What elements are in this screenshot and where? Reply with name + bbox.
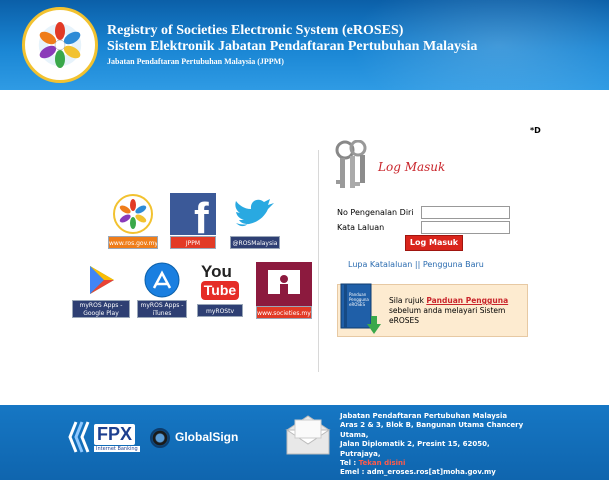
footer-address-3: Putrajaya, — [340, 449, 381, 458]
fpx-subtitle: Internet Banking — [94, 446, 140, 452]
help-text-after: sebelum anda melayari Sistem eROSES — [389, 306, 506, 325]
facebook-link[interactable]: f JPPM — [170, 193, 216, 250]
youtube-logo-bottom: Tube — [201, 281, 239, 300]
header-banner: Registry of Societies Electronic System … — [0, 0, 609, 90]
tel-link[interactable]: Tekan disini — [359, 459, 406, 467]
globalsign-logo: GlobalSign — [175, 430, 239, 444]
login-links: Lupa Katalaluan || Pengguna Baru — [348, 260, 484, 269]
logo-petals-icon — [39, 22, 81, 68]
footer-address-2: Jalan Diplomatik 2, Presint 15, 62050, — [340, 440, 490, 449]
user-guide-link[interactable]: Panduan Pengguna — [426, 296, 508, 305]
youtube-link[interactable]: You Tube myROStv — [197, 262, 243, 319]
twitter-label: @ROSMalaysia — [230, 236, 280, 249]
svg-text:f: f — [194, 194, 209, 235]
google-play-label: myROS Apps - Google Play — [72, 300, 130, 318]
help-text-before: Sila rujuk — [389, 296, 427, 305]
ros-website-link[interactable]: www.ros.gov.my — [108, 193, 158, 250]
envelope-icon — [285, 415, 331, 455]
footer-address-1: Aras 2 & 3, Blok B, Bangunan Utama Chanc… — [340, 421, 524, 439]
fpx-emblem-icon — [68, 421, 90, 453]
links-separator: || — [412, 260, 423, 269]
societies-label: www.societies.my — [256, 306, 312, 319]
google-play-icon — [90, 266, 114, 294]
globalsign-icon — [150, 428, 170, 448]
footer-address: Jabatan Pendaftaran Pertubuhan Malaysia … — [340, 412, 540, 478]
fpx-logo: FPX — [94, 424, 136, 445]
youtube-icon: You Tube — [197, 262, 243, 304]
itunes-label: myROS Apps - iTunes — [137, 300, 187, 318]
youtube-label: myROStv — [197, 304, 243, 317]
facebook-label: JPPM — [170, 236, 216, 249]
id-input[interactable] — [421, 206, 510, 219]
help-text: Sila rujuk Panduan Pengguna sebelum anda… — [389, 296, 524, 326]
ros-label: www.ros.gov.my — [108, 236, 158, 249]
twitter-bird-icon — [235, 199, 274, 227]
password-label: Kata Laluan — [337, 223, 385, 232]
societies-icon — [256, 262, 312, 306]
password-input[interactable] — [421, 221, 510, 234]
youtube-logo-top: You — [201, 262, 232, 281]
login-title: Log Masuk — [378, 160, 446, 174]
footer-tel: Tel : Tekan disini — [340, 459, 540, 468]
keys-icon — [335, 140, 367, 188]
twitter-link[interactable]: @ROSMalaysia — [230, 193, 280, 250]
forgot-password-link[interactable]: Lupa Katalaluan — [348, 260, 412, 269]
app-store-icon — [144, 262, 180, 298]
header-subtitle: Jabatan Pendaftaran Pertubuhan Malaysia … — [107, 57, 284, 66]
ros-logo-icon — [113, 194, 153, 234]
book-title: Panduan Pengguna eROSES — [349, 292, 369, 307]
header-title-en: Registry of Societies Electronic System … — [107, 23, 404, 38]
book-icon — [340, 283, 381, 334]
vertical-divider — [318, 150, 319, 372]
header-title-ms: Sistem Elektronik Jabatan Pendaftaran Pe… — [107, 39, 478, 54]
itunes-link[interactable]: myROS Apps - iTunes — [137, 262, 187, 319]
marker-text: *D — [530, 126, 541, 135]
user-guide-book-icon[interactable]: Panduan Pengguna eROSES — [337, 282, 383, 336]
footer-email: Emel : adm_eroses.ros[at]moha.gov.my — [340, 468, 496, 477]
tel-label: Tel : — [340, 459, 359, 468]
footer-org-name: Jabatan Pendaftaran Pertubuhan Malaysia — [340, 412, 508, 420]
societies-link[interactable]: www.societies.my — [256, 262, 312, 319]
id-label: No Pengenalan Diri — [337, 208, 414, 217]
google-play-link[interactable]: myROS Apps - Google Play — [72, 262, 130, 319]
facebook-icon: f — [170, 193, 216, 235]
login-button[interactable]: Log Masuk — [405, 235, 463, 251]
jppm-logo — [22, 7, 98, 83]
new-user-link[interactable]: Pengguna Baru — [423, 260, 484, 269]
